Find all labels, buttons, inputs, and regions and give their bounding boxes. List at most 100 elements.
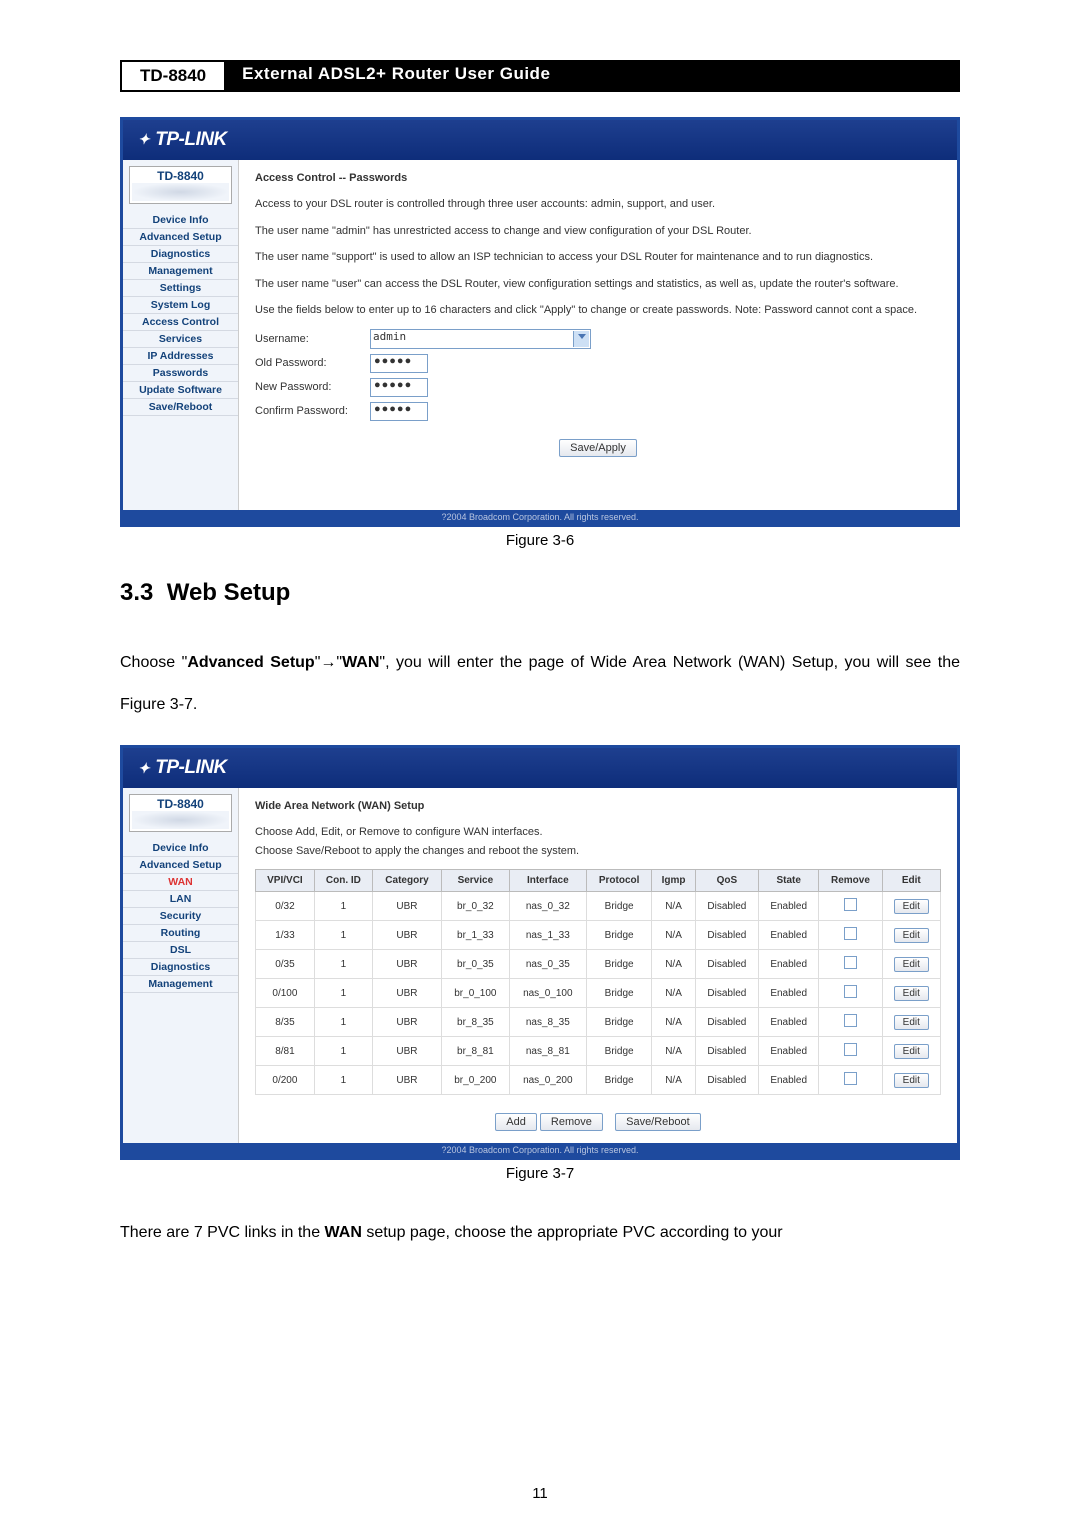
edit-button[interactable]: Edit — [894, 1044, 929, 1059]
oldpw-label: Old Password: — [255, 357, 370, 369]
cell: Enabled — [759, 1008, 819, 1037]
cell: 1 — [314, 1008, 372, 1037]
figure-caption: Figure 3-6 — [120, 532, 960, 549]
desc-text: The user name "admin" has unrestricted a… — [255, 223, 941, 240]
nav-item[interactable]: Passwords — [123, 365, 238, 382]
cell: N/A — [652, 1066, 695, 1095]
cell: Disabled — [695, 921, 758, 950]
desc-text: The user name "support" is used to allow… — [255, 249, 941, 266]
sidebar: TD-8840 Device InfoAdvanced SetupWANLANS… — [123, 788, 239, 1143]
main-panel: Wide Area Network (WAN) Setup Choose Add… — [239, 788, 957, 1143]
cell: Enabled — [759, 1037, 819, 1066]
cell: 1 — [314, 1037, 372, 1066]
main-panel: Access Control -- Passwords Access to yo… — [239, 160, 957, 510]
column-header: State — [759, 870, 819, 892]
table-row: 0/2001UBRbr_0_200nas_0_200BridgeN/ADisab… — [256, 1066, 941, 1095]
remove-checkbox[interactable] — [844, 898, 857, 911]
cell: Bridge — [586, 1066, 651, 1095]
column-header: Protocol — [586, 870, 651, 892]
cell: br_8_35 — [442, 1008, 510, 1037]
remove-checkbox[interactable] — [844, 1072, 857, 1085]
cell: N/A — [652, 921, 695, 950]
remove-checkbox[interactable] — [844, 985, 857, 998]
edit-button[interactable]: Edit — [894, 899, 929, 914]
nav-item[interactable]: Security — [123, 908, 238, 925]
copyright: ?2004 Broadcom Corporation. All rights r… — [123, 1143, 957, 1157]
add-button[interactable]: Add — [495, 1113, 537, 1131]
username-label: Username: — [255, 333, 370, 345]
nav-item[interactable]: Management — [123, 976, 238, 993]
cell: Enabled — [759, 921, 819, 950]
panel-title: Access Control -- Passwords — [255, 172, 941, 184]
cell: Enabled — [759, 892, 819, 921]
old-password-input[interactable]: ●●●●● — [370, 354, 428, 373]
cell: Enabled — [759, 1066, 819, 1095]
remove-checkbox[interactable] — [844, 927, 857, 940]
edit-button[interactable]: Edit — [894, 1073, 929, 1088]
nav-item[interactable]: WAN — [123, 874, 238, 891]
cell: UBR — [372, 1066, 441, 1095]
logo: ✦TP-LINK — [138, 757, 227, 779]
nav-item[interactable]: IP Addresses — [123, 348, 238, 365]
cell: br_0_32 — [442, 892, 510, 921]
nav-item[interactable]: System Log — [123, 297, 238, 314]
cell: UBR — [372, 1008, 441, 1037]
cell: UBR — [372, 979, 441, 1008]
nav-item[interactable]: DSL — [123, 942, 238, 959]
cell: UBR — [372, 892, 441, 921]
cell: N/A — [652, 1008, 695, 1037]
nav-item[interactable]: Diagnostics — [123, 959, 238, 976]
cell: 1 — [314, 950, 372, 979]
cell: 8/81 — [256, 1037, 315, 1066]
save-reboot-button[interactable]: Save/Reboot — [615, 1113, 701, 1131]
nav-item[interactable]: Access Control — [123, 314, 238, 331]
nav-item[interactable]: Update Software — [123, 382, 238, 399]
cell: Bridge — [586, 979, 651, 1008]
edit-button[interactable]: Edit — [894, 928, 929, 943]
new-password-input[interactable]: ●●●●● — [370, 378, 428, 397]
cell: br_8_81 — [442, 1037, 510, 1066]
nav-item[interactable]: Device Info — [123, 840, 238, 857]
column-header: VPI/VCI — [256, 870, 315, 892]
remove-checkbox[interactable] — [844, 956, 857, 969]
username-select[interactable]: admin — [370, 329, 591, 349]
desc-text: Choose Add, Edit, or Remove to configure… — [255, 824, 941, 841]
column-header: Igmp — [652, 870, 695, 892]
cell: UBR — [372, 921, 441, 950]
cell: Disabled — [695, 950, 758, 979]
cell: N/A — [652, 950, 695, 979]
table-row: 1/331UBRbr_1_33nas_1_33BridgeN/ADisabled… — [256, 921, 941, 950]
cell: Bridge — [586, 1037, 651, 1066]
nav-item[interactable]: Settings — [123, 280, 238, 297]
nav-item[interactable]: Advanced Setup — [123, 229, 238, 246]
doc-header: TD-8840 External ADSL2+ Router User Guid… — [120, 60, 960, 92]
cell: Bridge — [586, 892, 651, 921]
cell: 0/32 — [256, 892, 315, 921]
nav-item[interactable]: Diagnostics — [123, 246, 238, 263]
save-apply-button[interactable]: Save/Apply — [559, 439, 637, 457]
cell: nas_0_35 — [509, 950, 586, 979]
edit-button[interactable]: Edit — [894, 957, 929, 972]
confirm-password-input[interactable]: ●●●●● — [370, 402, 428, 421]
nav-item[interactable]: Routing — [123, 925, 238, 942]
nav-item[interactable]: Management — [123, 263, 238, 280]
nav-item[interactable]: Services — [123, 331, 238, 348]
nav-item[interactable]: Advanced Setup — [123, 857, 238, 874]
figure-3-6: ✦TP-LINK TD-8840 Device InfoAdvanced Set… — [120, 117, 960, 527]
figure-3-7: ✦TP-LINK TD-8840 Device InfoAdvanced Set… — [120, 745, 960, 1160]
cell: Disabled — [695, 1066, 758, 1095]
nav-item[interactable]: Device Info — [123, 212, 238, 229]
remove-button[interactable]: Remove — [540, 1113, 603, 1131]
edit-button[interactable]: Edit — [894, 1015, 929, 1030]
nav-item[interactable]: Save/Reboot — [123, 399, 238, 416]
edit-button[interactable]: Edit — [894, 986, 929, 1001]
remove-checkbox[interactable] — [844, 1043, 857, 1056]
nav-item[interactable]: LAN — [123, 891, 238, 908]
desc-text: Access to your DSL router is controlled … — [255, 196, 941, 213]
remove-checkbox[interactable] — [844, 1014, 857, 1027]
model-badge: TD-8840 — [120, 60, 226, 92]
cell: Disabled — [695, 979, 758, 1008]
desc-text: Choose Save/Reboot to apply the changes … — [255, 843, 941, 860]
cell: 1 — [314, 979, 372, 1008]
desc-text: Use the fields below to enter up to 16 c… — [255, 302, 941, 319]
